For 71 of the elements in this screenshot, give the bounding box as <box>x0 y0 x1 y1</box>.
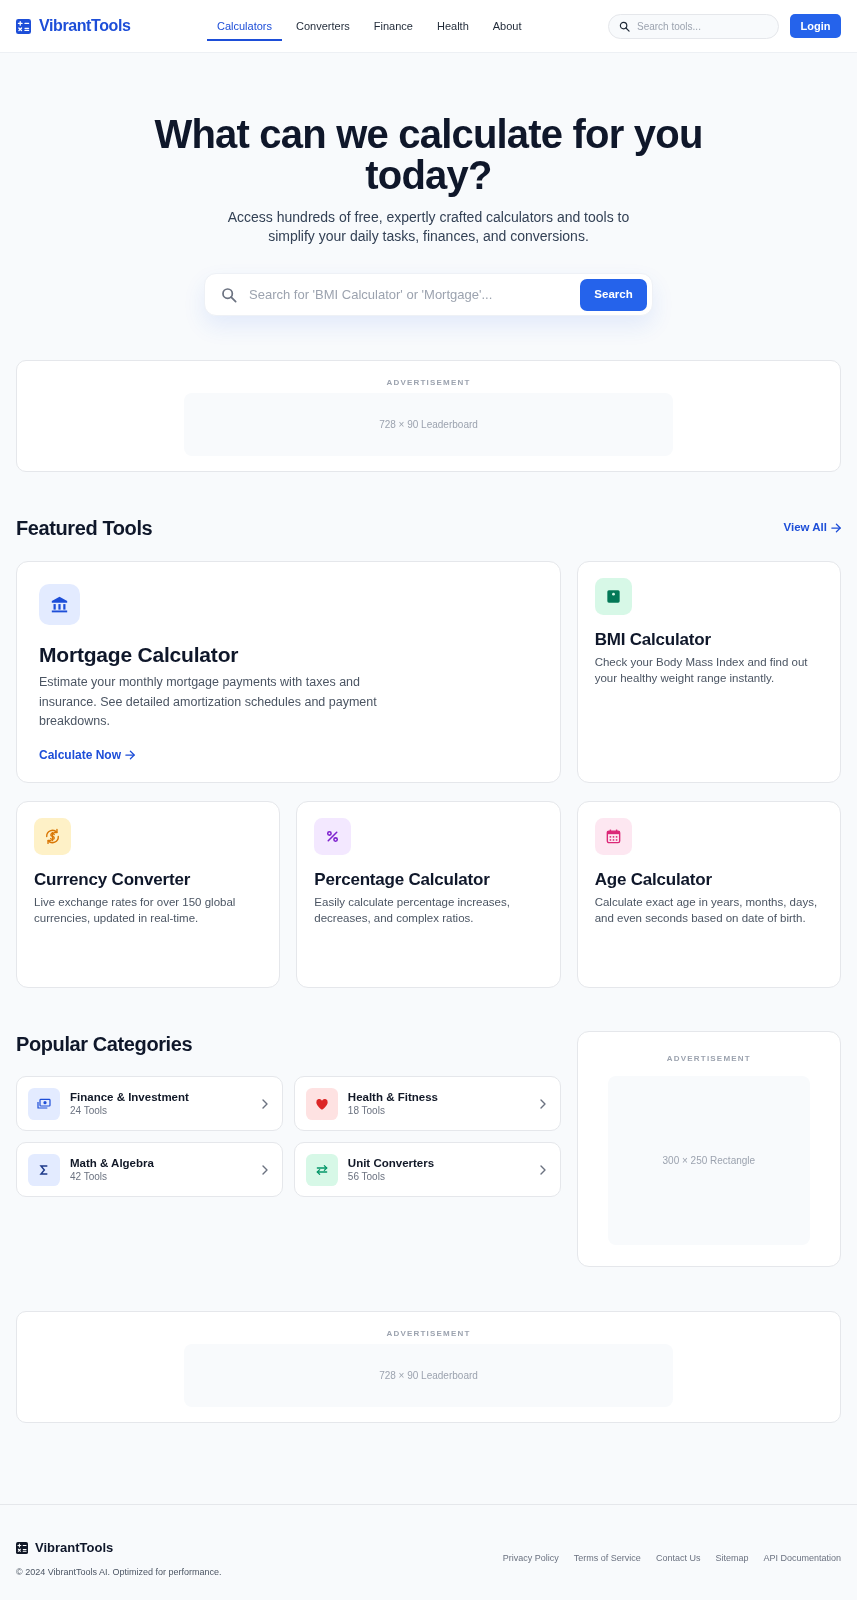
search-field[interactable]: Search tools... <box>608 13 779 39</box>
nav-link[interactable]: Finance <box>363 11 423 41</box>
section-heading: Popular Categories <box>16 1032 194 1056</box>
tool-card[interactable]: Mortgage Calculator Estimate your monthly mortgage payments with taxes and insurance. See detailed amortization schedules and payment breakdowns. Calculate Now <box>16 561 561 783</box>
copyright-text: © 2024 VibrantTools AI. Optimized for performance. <box>16 1565 222 1579</box>
category-item[interactable]: Health & Fitness 18 Tools <box>293 1076 561 1131</box>
tool-card[interactable]: Percentage Calculator Easily calculate percentage increases, decreases, and complex ratios. <box>296 801 561 988</box>
tool-count: 18 Tools <box>347 1104 386 1117</box>
hero-subtitle: Access hundreds of free, expertly crafted calculators and tools to simplify your daily tasks, finances, and conversions. <box>226 208 631 246</box>
ad-slot: 728 × 90 Leaderboard <box>184 1344 673 1407</box>
percent-icon <box>314 818 352 855</box>
scale-icon <box>594 578 632 615</box>
bank-icon <box>39 584 80 625</box>
hero-title: What can we calculate for you today? <box>153 114 704 196</box>
banknote-icon <box>28 1087 60 1120</box>
nav-link[interactable]: Calculators <box>207 11 283 41</box>
brand-name[interactable]: VibrantTools <box>39 14 131 38</box>
tool-card[interactable]: Currency Converter Live exchange rates for over 150 global currencies, updated in real-time. <box>16 801 281 988</box>
swap-arrows-icon <box>305 1153 338 1186</box>
search-icon <box>221 286 237 303</box>
tool-description: Check your Body Mass Index and find out your healthy weight range instantly. <box>594 655 809 686</box>
search-icon <box>619 20 630 32</box>
footer-link[interactable]: API Documentation <box>763 1552 841 1566</box>
search-input[interactable]: Search for 'BMI Calculator' or 'Mortgage'... <box>249 279 568 310</box>
category-name: Math & Algebra <box>70 1156 155 1170</box>
ad-label: ADVERTISEMENT <box>386 378 471 388</box>
category-item[interactable]: Unit Converters 56 Tools <box>293 1142 561 1197</box>
ad-slot: 300 × 250 Rectangle <box>607 1076 810 1245</box>
category-name: Finance & Investment <box>70 1090 190 1104</box>
ad-slot: 728 × 90 Leaderboard <box>184 393 673 456</box>
category-name: Health & Fitness <box>347 1090 439 1104</box>
footer-link[interactable]: Terms of Service <box>573 1552 641 1566</box>
tool-title: Percentage Calculator <box>314 869 491 890</box>
ad-label: ADVERTISEMENT <box>666 1054 751 1064</box>
currency-exchange-icon <box>34 818 71 855</box>
arrow-right-icon <box>831 523 841 533</box>
nav-link[interactable]: Health <box>426 11 479 41</box>
nav-link[interactable]: Converters <box>286 11 360 41</box>
brand-name: VibrantTools <box>35 1539 114 1557</box>
calculator-icon <box>16 1541 28 1554</box>
footer-link[interactable]: Sitemap <box>715 1552 749 1566</box>
view-all-link[interactable]: View All <box>783 519 841 537</box>
search-bar[interactable]: Search for 'BMI Calculator' or 'Mortgage'... Search <box>204 273 653 316</box>
calculator-icon <box>16 18 31 34</box>
tool-title: Currency Converter <box>34 869 192 890</box>
tool-description: Estimate your monthly mortgage payments with taxes and insurance. See detailed amortization schedules and payment breakdowns. <box>39 674 378 730</box>
sigma-icon <box>28 1153 60 1186</box>
ad-label: ADVERTISEMENT <box>386 1329 471 1339</box>
tool-description: Easily calculate percentage increases, decreases, and complex ratios. <box>314 895 511 926</box>
calculate-link[interactable]: Calculate Now <box>39 745 136 764</box>
tool-count: 56 Tools <box>347 1170 386 1183</box>
category-item[interactable]: Finance & Investment 24 Tools <box>16 1076 283 1131</box>
tool-description: Live exchange rates for over 150 global currencies, updated in real-time. <box>34 895 237 926</box>
footer-link[interactable]: Contact Us <box>655 1552 701 1566</box>
arrow-right-icon <box>125 749 136 760</box>
tool-count: 42 Tools <box>70 1170 109 1183</box>
tool-title: BMI Calculator <box>594 629 712 650</box>
tool-count: 24 Tools <box>70 1104 109 1117</box>
tool-title: Mortgage Calculator <box>39 642 240 668</box>
nav-link[interactable]: About <box>482 11 532 41</box>
tool-description: Calculate exact age in years, months, days, and even seconds based on date of birth. <box>594 895 819 926</box>
tool-card[interactable]: BMI Calculator Check your Body Mass Index and find out your healthy weight range instantly. <box>576 561 841 783</box>
login-button[interactable]: Login <box>790 14 841 38</box>
category-item[interactable]: Math & Algebra 42 Tools <box>16 1142 283 1197</box>
tool-card[interactable]: Age Calculator Calculate exact age in years, months, days, and even seconds based on date of birth. <box>576 801 841 988</box>
footer-link[interactable]: Privacy Policy <box>502 1552 559 1566</box>
search-button[interactable]: Search <box>580 278 647 311</box>
section-heading: Featured Tools <box>16 516 153 540</box>
category-name: Unit Converters <box>347 1156 436 1170</box>
calendar-icon <box>594 818 632 855</box>
tool-title: Age Calculator <box>594 869 713 890</box>
